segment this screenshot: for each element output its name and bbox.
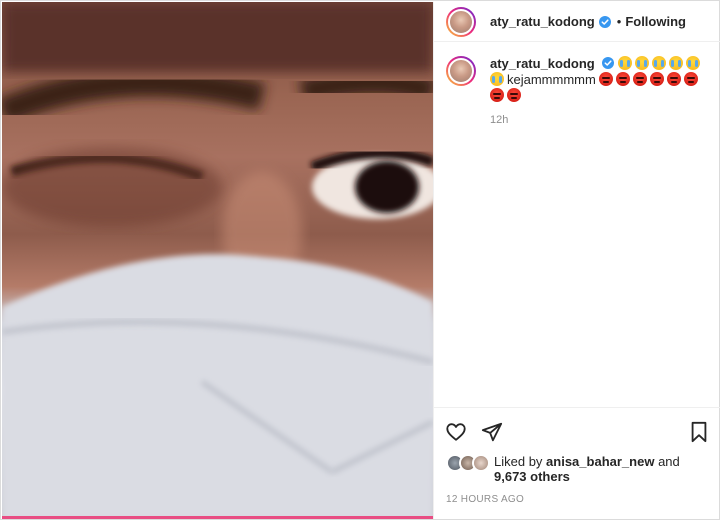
caption-text: aty_ratu_kodong kejammmmmm [490, 56, 705, 104]
angry-face-emoji-icon [490, 88, 504, 102]
photo-closeup-face-mask [2, 2, 433, 519]
angry-face-emoji-icon [507, 88, 521, 102]
liker-avatar [472, 454, 490, 472]
angry-face-emoji-icon [599, 72, 614, 86]
crying-face-emoji-icon [669, 56, 683, 70]
verified-badge-icon [598, 15, 611, 28]
angry-face-emoji-icon [616, 72, 631, 86]
likes-conjunction: and [658, 454, 680, 469]
angry-face-emoji-icon [633, 72, 648, 86]
post-actions-bar [434, 407, 720, 455]
caption-body: aty_ratu_kodong kejammmmmm 12h [490, 56, 705, 126]
post-timestamp[interactable]: 12 HOURS AGO [446, 494, 524, 505]
crying-face-emoji-icon [686, 56, 700, 70]
likers-avatar-stack[interactable] [446, 454, 490, 472]
photo-progress-bar [2, 516, 433, 519]
caption-avatar[interactable] [446, 56, 476, 86]
liker-username[interactable]: anisa_bahar_new [546, 454, 654, 469]
likes-text: Liked by anisa_bahar_new and 9,673 other… [494, 454, 680, 484]
post-header: aty_ratu_kodong • Following [434, 2, 720, 42]
post-frame: aty_ratu_kodong • Following aty_ratu_kod… [0, 0, 720, 520]
crying-face-emoji-icon [635, 56, 649, 70]
caption-username[interactable]: aty_ratu_kodong [490, 56, 595, 71]
angry-face-emoji-icon [684, 72, 699, 86]
author-username[interactable]: aty_ratu_kodong [490, 14, 595, 29]
likes-prefix: Liked by [494, 454, 543, 469]
caption-comment: aty_ratu_kodong kejammmmmm 12h [434, 56, 720, 126]
angry-face-emoji-icon [650, 72, 665, 86]
like-heart-icon[interactable] [444, 420, 468, 444]
caption-message: kejammmmmm [507, 72, 596, 87]
post-side-panel: aty_ratu_kodong • Following aty_ratu_kod… [433, 2, 720, 519]
crying-face-emoji-icon [652, 56, 666, 70]
likes-summary: Liked by anisa_bahar_new and 9,673 other… [446, 454, 711, 484]
author-avatar[interactable] [446, 6, 476, 37]
crying-face-emoji-icon [490, 72, 504, 86]
save-bookmark-icon[interactable] [687, 420, 711, 444]
share-paper-plane-icon[interactable] [480, 420, 504, 444]
caption-time-ago[interactable]: 12h [490, 114, 705, 126]
angry-face-emoji-icon [667, 72, 682, 86]
post-photo[interactable] [2, 2, 433, 519]
likes-others-count[interactable]: 9,673 others [494, 469, 570, 484]
verified-badge-icon [602, 57, 615, 69]
following-button[interactable]: Following [625, 14, 686, 29]
crying-face-emoji-icon [618, 56, 632, 70]
header-separator: • [616, 14, 622, 29]
